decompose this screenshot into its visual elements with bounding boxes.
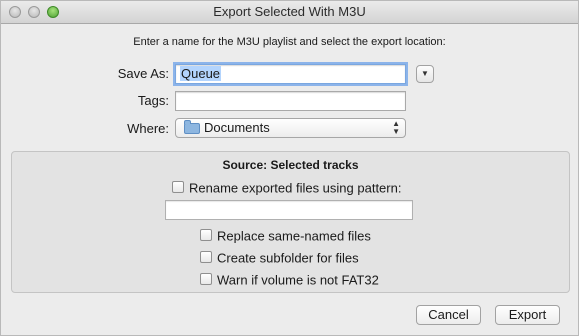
- where-label: Where:: [127, 121, 169, 136]
- fat32-label: Warn if volume is not FAT32: [217, 272, 379, 288]
- export-button[interactable]: Export: [495, 305, 560, 325]
- where-popup[interactable]: Documents ▲ ▼: [175, 118, 406, 138]
- subfolder-option[interactable]: Create subfolder for files: [200, 249, 359, 265]
- cancel-button[interactable]: Cancel: [416, 305, 481, 325]
- replace-label: Replace same-named files: [217, 228, 371, 244]
- expand-browser-button[interactable]: ▼: [416, 65, 434, 83]
- fat32-checkbox[interactable]: [200, 272, 212, 285]
- up-down-arrows-icon: ▲ ▼: [392, 119, 400, 136]
- tags-field[interactable]: [175, 91, 406, 111]
- export-dialog-window: Export Selected With M3U Enter a name fo…: [0, 0, 579, 336]
- window-title: Export Selected With M3U: [213, 4, 366, 19]
- subfolder-label: Create subfolder for files: [217, 250, 359, 266]
- rename-label: Rename exported files using pattern:: [189, 180, 402, 196]
- tags-label: Tags:: [137, 93, 169, 108]
- replace-option[interactable]: Replace same-named files: [200, 227, 371, 243]
- fat32-option[interactable]: Warn if volume is not FAT32: [200, 271, 379, 287]
- where-value: Documents: [204, 120, 270, 135]
- instructions-text: Enter a name for the M3U playlist and se…: [133, 36, 446, 48]
- subfolder-checkbox[interactable]: [200, 250, 212, 263]
- replace-checkbox[interactable]: [200, 228, 212, 241]
- save-as-value: Queue: [180, 66, 222, 81]
- save-as-field[interactable]: Queue: [175, 64, 406, 84]
- save-as-label: Save As:: [117, 66, 169, 81]
- source-title: Source: Selected tracks: [222, 158, 359, 172]
- pattern-field[interactable]: [165, 200, 413, 220]
- title-bar[interactable]: Export Selected With M3U: [1, 1, 578, 24]
- folder-icon: [184, 120, 200, 134]
- chevron-down-icon: ▼: [421, 69, 429, 78]
- source-options-group: Source: Selected tracks Rename exported …: [11, 151, 570, 293]
- rename-checkbox[interactable]: [172, 180, 184, 193]
- rename-option[interactable]: Rename exported files using pattern:: [172, 179, 401, 195]
